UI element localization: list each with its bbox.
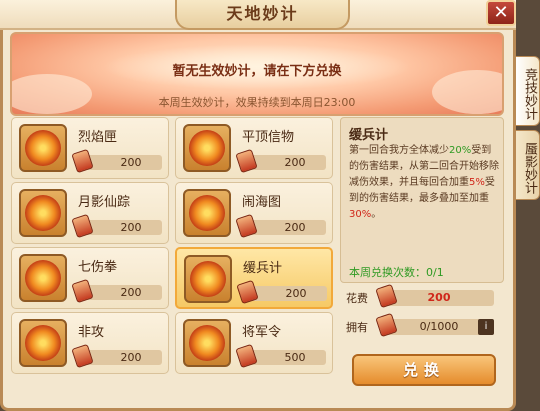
cost-value: 500 <box>284 351 306 364</box>
cost-bar: 200 <box>71 343 162 369</box>
strategy-item[interactable]: 七伤拳 200 <box>11 247 169 309</box>
cost-amount: 200 <box>427 291 451 304</box>
flame-box-icon <box>19 124 67 172</box>
cost-value: 200 <box>285 287 307 300</box>
cost-bar: 200 <box>236 279 327 305</box>
strategy-item-selected[interactable]: 缓兵计 200 <box>175 247 333 309</box>
scroll-token-icon <box>235 148 258 174</box>
scroll-token-icon <box>235 343 258 369</box>
scroll-token-icon <box>235 213 258 239</box>
cost-bar: 200 <box>235 213 326 239</box>
active-strategy-banner: 暂无生效妙计，请在下方兑换 本周生效妙计，效果持续到本周日23:00 <box>10 32 504 116</box>
scroll-token-icon <box>71 213 94 239</box>
tab-mirage-strategy[interactable]: 蜃影妙计 <box>516 130 540 200</box>
owned-row: 拥有 0/1000 i <box>342 312 498 338</box>
scroll-token-icon <box>71 278 94 304</box>
strategy-item[interactable]: 将军令 500 <box>175 312 333 374</box>
sea-map-icon <box>183 189 231 237</box>
moon-shadow-icon <box>19 189 67 237</box>
weekly-exchange-count: 本周兑换次数：0/1 <box>349 266 444 279</box>
detail-description: 第一回合我方全体减少20%受到的伤害结果，从第二回合开始移除减伤效果，并且每回合… <box>349 145 499 220</box>
cost-bar: 200 <box>235 148 326 174</box>
strategy-item[interactable]: 非攻 200 <box>11 312 169 374</box>
close-button[interactable]: ✕ <box>486 0 516 26</box>
banner-message: 暂无生效妙计，请在下方兑换 <box>172 64 342 79</box>
fist-icon <box>19 254 67 302</box>
strategy-item[interactable]: 月影仙踪 200 <box>11 182 169 244</box>
crossbow-icon <box>19 319 67 367</box>
cost-value: 200 <box>284 156 306 169</box>
cost-value: 200 <box>120 286 142 299</box>
scroll-icon <box>184 255 232 303</box>
strategy-name: 缓兵计 <box>243 261 283 276</box>
cost-row: 花费 200 <box>342 283 498 309</box>
cost-value: 200 <box>120 156 142 169</box>
banner-subtitle: 本周生效妙计，效果持续到本周日23:00 <box>158 96 356 109</box>
strategy-detail-panel: 缓兵计 第一回合我方全体减少20%受到的伤害结果，从第二回合开始移除减伤效果，并… <box>340 117 504 283</box>
detail-title: 缓兵计 <box>349 128 389 143</box>
cost-value: 200 <box>284 221 306 234</box>
tooth-token-icon <box>183 124 231 172</box>
strategy-name: 非攻 <box>78 325 105 340</box>
scroll-token-icon <box>236 279 259 305</box>
cost-label: 花费 <box>346 292 368 305</box>
cost-value: 200 <box>120 351 142 364</box>
info-icon[interactable]: i <box>478 319 494 335</box>
cost-bar: 200 <box>71 213 162 239</box>
strategy-item[interactable]: 平顶信物 200 <box>175 117 333 179</box>
cost-bar: 200 <box>71 278 162 304</box>
strategy-name: 平顶信物 <box>242 130 295 145</box>
scroll-token-icon <box>375 283 398 309</box>
cost-bar: 200 <box>71 148 162 174</box>
cost-value-bar: 200 <box>375 283 494 309</box>
window-title: 天地妙计 <box>175 0 350 30</box>
strategy-item[interactable]: 烈焰匣 200 <box>11 117 169 179</box>
scroll-token-icon <box>71 343 94 369</box>
tab-competitive-strategy[interactable]: 竞技妙计 <box>516 56 540 126</box>
cost-bar: 500 <box>235 343 326 369</box>
strategy-name: 七伤拳 <box>78 260 118 275</box>
scroll-token-icon <box>375 312 398 338</box>
owned-label: 拥有 <box>346 321 368 334</box>
strategy-name: 闹海图 <box>242 195 282 210</box>
scroll-token-icon <box>71 148 94 174</box>
exchange-button[interactable]: 兑换 <box>352 354 496 386</box>
strategy-item[interactable]: 闹海图 200 <box>175 182 333 244</box>
strategy-name: 将军令 <box>242 325 282 340</box>
strategy-grid: 烈焰匣 200 平顶信物 200 月影仙踪 200 闹海图 200 七伤拳 20… <box>11 117 334 401</box>
command-token-icon <box>183 319 231 367</box>
cost-value: 200 <box>120 221 142 234</box>
owned-amount: 0/1000 <box>419 320 459 333</box>
strategy-name: 烈焰匣 <box>78 130 118 145</box>
owned-value-bar: 0/1000 i <box>375 312 494 338</box>
strategy-name: 月影仙踪 <box>78 195 131 210</box>
